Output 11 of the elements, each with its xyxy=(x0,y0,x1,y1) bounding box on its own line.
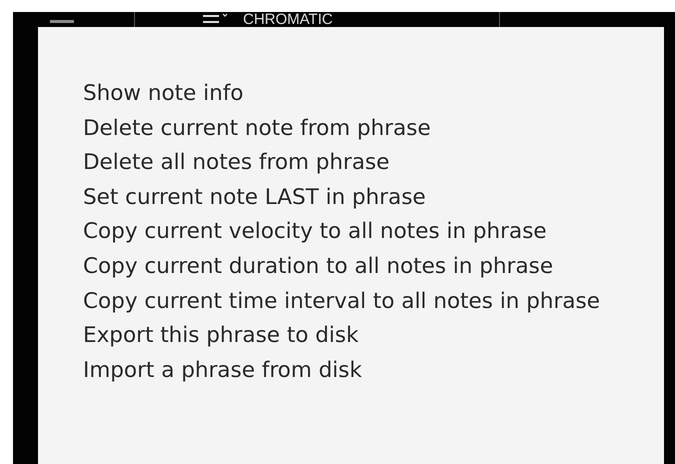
menu-icon[interactable] xyxy=(203,13,229,25)
menu-item[interactable]: Export this phrase to disk xyxy=(83,319,664,354)
menu-item[interactable]: Set current note LAST in phrase xyxy=(83,180,664,216)
menu-item[interactable]: Show note info xyxy=(83,77,664,112)
menu-item[interactable]: Copy current velocity to all notes in phrase xyxy=(83,215,664,250)
scale-label: CHROMATIC xyxy=(243,12,333,27)
menu-item[interactable]: Delete all notes from phrase xyxy=(83,146,664,181)
menu-item[interactable]: Delete current note from phrase xyxy=(83,112,664,146)
menu-item[interactable]: Copy current duration to all notes in phrase xyxy=(83,250,664,285)
menu-item[interactable]: Import a phrase from disk xyxy=(83,354,664,388)
menu-item[interactable]: Copy current time interval to all notes in phrase xyxy=(83,284,664,320)
